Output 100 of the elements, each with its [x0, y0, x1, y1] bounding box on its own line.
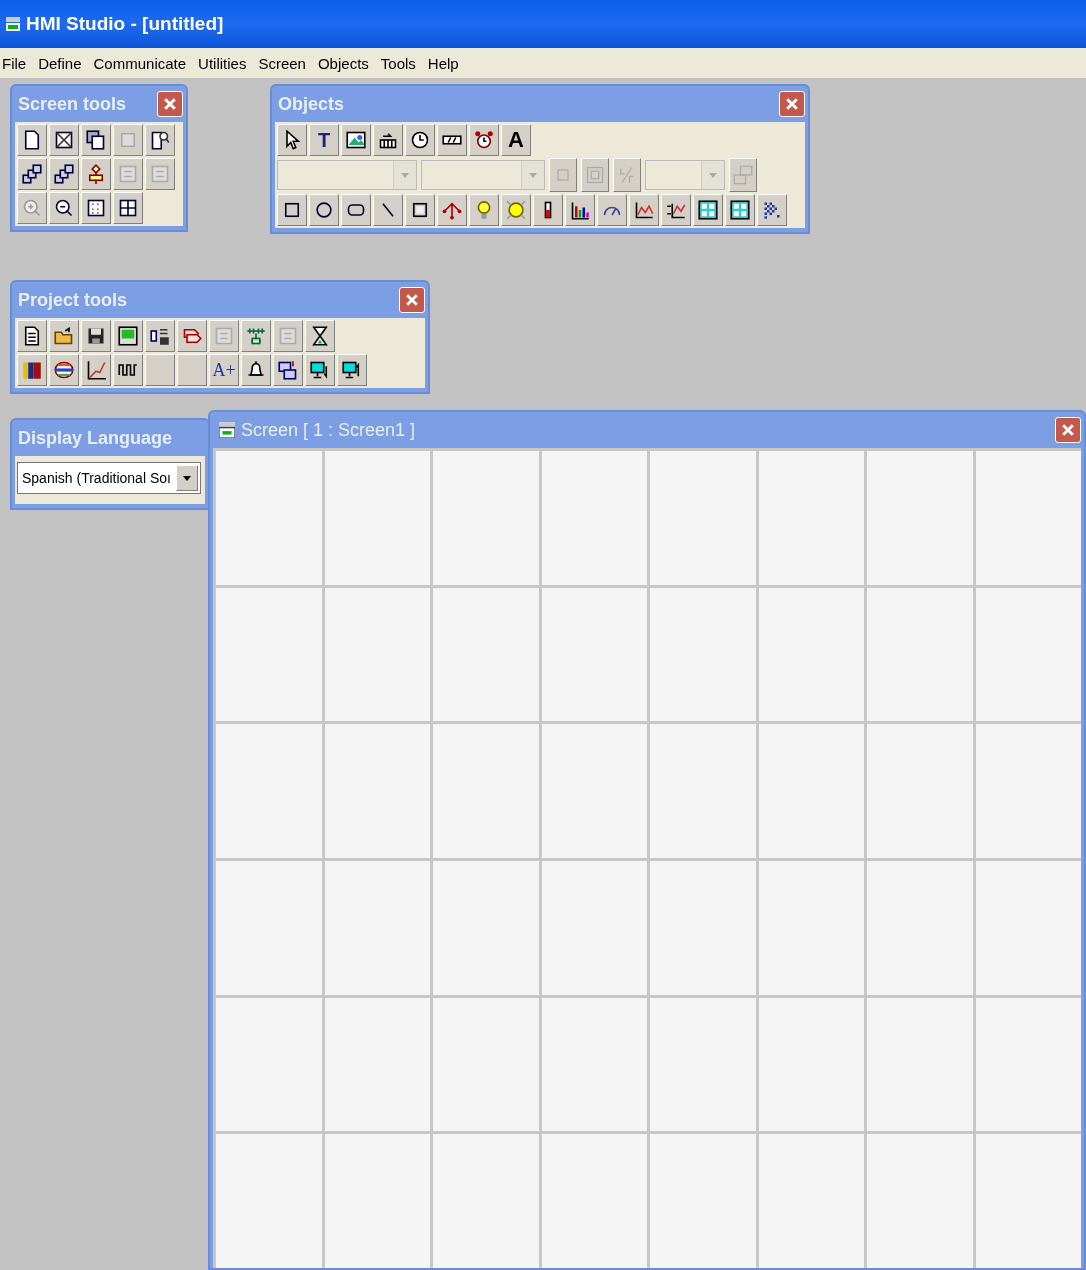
- dropdown-arrow-icon: [529, 172, 537, 178]
- page-magnifier-icon: [150, 130, 170, 150]
- monitor-download-icon: [310, 360, 330, 380]
- menu-item[interactable]: Tools: [380, 54, 416, 72]
- palette-title: Project tools: [18, 289, 128, 311]
- tool-button[interactable]: [437, 124, 467, 156]
- menu-item[interactable]: Screen: [258, 54, 306, 72]
- tool-button[interactable]: [113, 192, 143, 224]
- menu-item[interactable]: Utilities: [198, 54, 247, 72]
- tool-button[interactable]: [241, 354, 271, 386]
- menu-item[interactable]: Objects: [317, 54, 369, 72]
- picture-icon: [346, 130, 366, 150]
- double-frame-icon: [585, 165, 605, 185]
- tool-button[interactable]: [145, 124, 175, 156]
- checker-icon: [762, 200, 782, 220]
- tool-button[interactable]: [629, 194, 659, 226]
- tool-button[interactable]: [501, 194, 531, 226]
- tool-button[interactable]: [305, 354, 335, 386]
- tool-button[interactable]: [17, 124, 47, 156]
- zoom-out-icon: [54, 198, 74, 218]
- text-tool-button[interactable]: T: [309, 124, 339, 156]
- tags-icon: [182, 326, 202, 346]
- close-button[interactable]: [399, 287, 425, 313]
- tool-button[interactable]: [373, 194, 403, 226]
- tool-button[interactable]: [693, 194, 723, 226]
- tool-button[interactable]: [81, 124, 111, 156]
- zoom-in-icon: [22, 198, 42, 218]
- tool-button[interactable]: [373, 124, 403, 156]
- close-icon: [1060, 422, 1076, 438]
- tool-button[interactable]: [405, 194, 435, 226]
- close-button[interactable]: [779, 91, 805, 117]
- blank-button[interactable]: [177, 354, 207, 386]
- tool-button[interactable]: [241, 320, 271, 352]
- alarm-clock-icon: [474, 130, 494, 150]
- dot-grid-icon: [86, 198, 106, 218]
- keypad-icon: [378, 130, 398, 150]
- dropdown-arrow-icon: [709, 172, 717, 178]
- tool-button[interactable]: [177, 320, 207, 352]
- folder-icon: [54, 326, 74, 346]
- monitor-icon: [118, 326, 138, 346]
- tool-button[interactable]: [49, 320, 79, 352]
- tool-button[interactable]: [49, 354, 79, 386]
- text-box-icon: [150, 164, 170, 184]
- bar-chart-icon: [570, 200, 590, 220]
- tool-button[interactable]: [17, 320, 47, 352]
- tool-button[interactable]: [49, 158, 79, 190]
- tool-button[interactable]: [341, 124, 371, 156]
- tool-button[interactable]: [757, 194, 787, 226]
- page-icon: [22, 130, 42, 150]
- tool-button[interactable]: [597, 194, 627, 226]
- tool-button[interactable]: [337, 354, 367, 386]
- font-size-button[interactable]: A+: [209, 354, 239, 386]
- tool-button[interactable]: [113, 354, 143, 386]
- menu-item[interactable]: Define: [38, 54, 82, 72]
- blank-button[interactable]: [145, 354, 175, 386]
- language-dropdown[interactable]: Spanish (Traditional Soı: [17, 462, 201, 494]
- close-button[interactable]: [1055, 417, 1081, 443]
- tool-button[interactable]: [437, 194, 467, 226]
- tool-button[interactable]: [81, 158, 111, 190]
- stacked-pages-icon: [22, 164, 42, 184]
- tool-button[interactable]: [725, 194, 755, 226]
- menu-item[interactable]: Help: [427, 54, 459, 72]
- monitor-upload-icon: [342, 360, 362, 380]
- lamp-icon: [506, 200, 526, 220]
- clock-icon: [410, 130, 430, 150]
- tool-button[interactable]: [17, 354, 47, 386]
- tool-button[interactable]: [81, 192, 111, 224]
- font-tool-button[interactable]: A: [501, 124, 531, 156]
- menu-item[interactable]: File: [2, 54, 27, 72]
- tool-button[interactable]: [661, 194, 691, 226]
- tool-button[interactable]: [277, 194, 307, 226]
- tool-button[interactable]: [145, 320, 175, 352]
- windows-icon: [278, 360, 298, 380]
- nodes-icon: [442, 200, 462, 220]
- dropdown-arrow-icon: [401, 172, 409, 178]
- line-chart-icon: [86, 360, 106, 380]
- tool-button[interactable]: [273, 354, 303, 386]
- tool-button[interactable]: [309, 194, 339, 226]
- close-button[interactable]: [157, 91, 183, 117]
- screen-icon: [219, 422, 235, 438]
- tool-button[interactable]: [305, 320, 335, 352]
- tool-button[interactable]: [405, 124, 435, 156]
- tool-button[interactable]: [277, 124, 307, 156]
- tool-button[interactable]: [17, 158, 47, 190]
- tool-button[interactable]: [113, 320, 143, 352]
- tool-button[interactable]: [341, 194, 371, 226]
- globe-icon: [54, 360, 74, 380]
- tool-button[interactable]: [565, 194, 595, 226]
- dropdown-arrow-icon: [183, 475, 191, 481]
- tool-button[interactable]: [49, 192, 79, 224]
- crossed-box-icon: [54, 130, 74, 150]
- palette-title: Objects: [278, 93, 345, 115]
- tool-button[interactable]: [49, 124, 79, 156]
- tool-button[interactable]: [81, 354, 111, 386]
- stacked-pages-icon: [54, 164, 74, 184]
- tool-button[interactable]: [533, 194, 563, 226]
- tool-button[interactable]: [469, 124, 499, 156]
- app-icon: [6, 17, 20, 31]
- menu-item[interactable]: Communicate: [93, 54, 187, 72]
- tool-button[interactable]: [81, 320, 111, 352]
